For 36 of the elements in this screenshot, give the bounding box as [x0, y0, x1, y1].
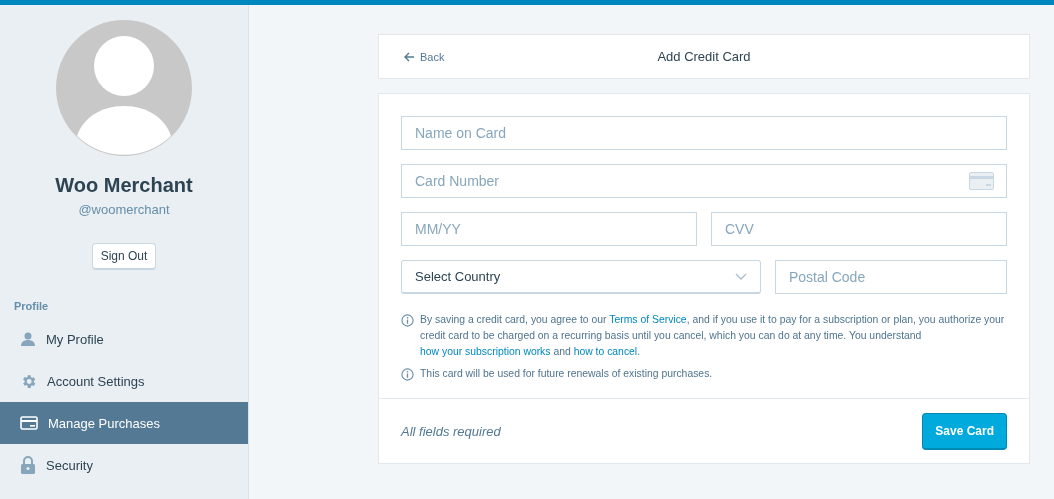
select-value: Select Country	[415, 269, 501, 284]
sign-out-button[interactable]: Sign Out	[91, 243, 157, 270]
save-card-button[interactable]: Save Card	[922, 412, 1007, 450]
user-name: Woo Merchant	[55, 174, 193, 197]
user-handle: @woomerchant	[78, 202, 170, 217]
sidebar-item-label: Security	[46, 457, 93, 473]
sidebar-item[interactable]: Account Settings	[0, 360, 248, 402]
notice-link[interactable]: how your subscription works	[420, 346, 551, 357]
gear-icon	[20, 372, 37, 390]
credit-card-icon	[20, 416, 38, 430]
person-icon	[20, 331, 36, 347]
input-field[interactable]: CVV	[711, 212, 1007, 246]
sidebar-item[interactable]: Security	[0, 444, 248, 486]
lock-icon	[20, 456, 36, 474]
sidebar-item[interactable]: Manage Purchases	[0, 402, 248, 444]
sidebar-item-label: Account Settings	[47, 373, 145, 389]
notice-text: By saving a credit card, you agree to our Terms of Service, and if you use it to pay for a subscription or plan, you authorize your credit card to be charged on a recurring basis until you cancel, which you can do at any time. You understand how your subscription works and how to cancel.	[420, 313, 1006, 359]
back-arrow-icon	[403, 50, 415, 63]
info-icon	[401, 368, 414, 381]
sidebar-item-label: Manage Purchases	[48, 415, 160, 431]
info-icon	[401, 314, 414, 327]
sidebar-item[interactable]: My Profile	[0, 318, 248, 360]
required-note: All fields required	[401, 423, 501, 439]
page-title: Add Credit Card	[657, 49, 751, 64]
input-field[interactable]: Card Number	[401, 164, 1007, 198]
input-field[interactable]: Name on Card	[401, 116, 1007, 150]
notice-text: This card will be used for future renewals of existing purchases.	[420, 367, 713, 381]
sidebar-item-label: My Profile	[46, 331, 104, 347]
chevron-down-icon	[734, 272, 747, 281]
input-field[interactable]: Postal Code	[774, 260, 1007, 294]
back-link[interactable]: Back	[403, 50, 445, 63]
country-select[interactable]: Select Country	[401, 260, 761, 294]
section-heading: Profile	[14, 300, 49, 312]
input-field[interactable]: MM/YY	[401, 212, 697, 246]
notice-link[interactable]: Terms of Service	[609, 314, 687, 325]
credit-card-icon	[969, 172, 994, 190]
